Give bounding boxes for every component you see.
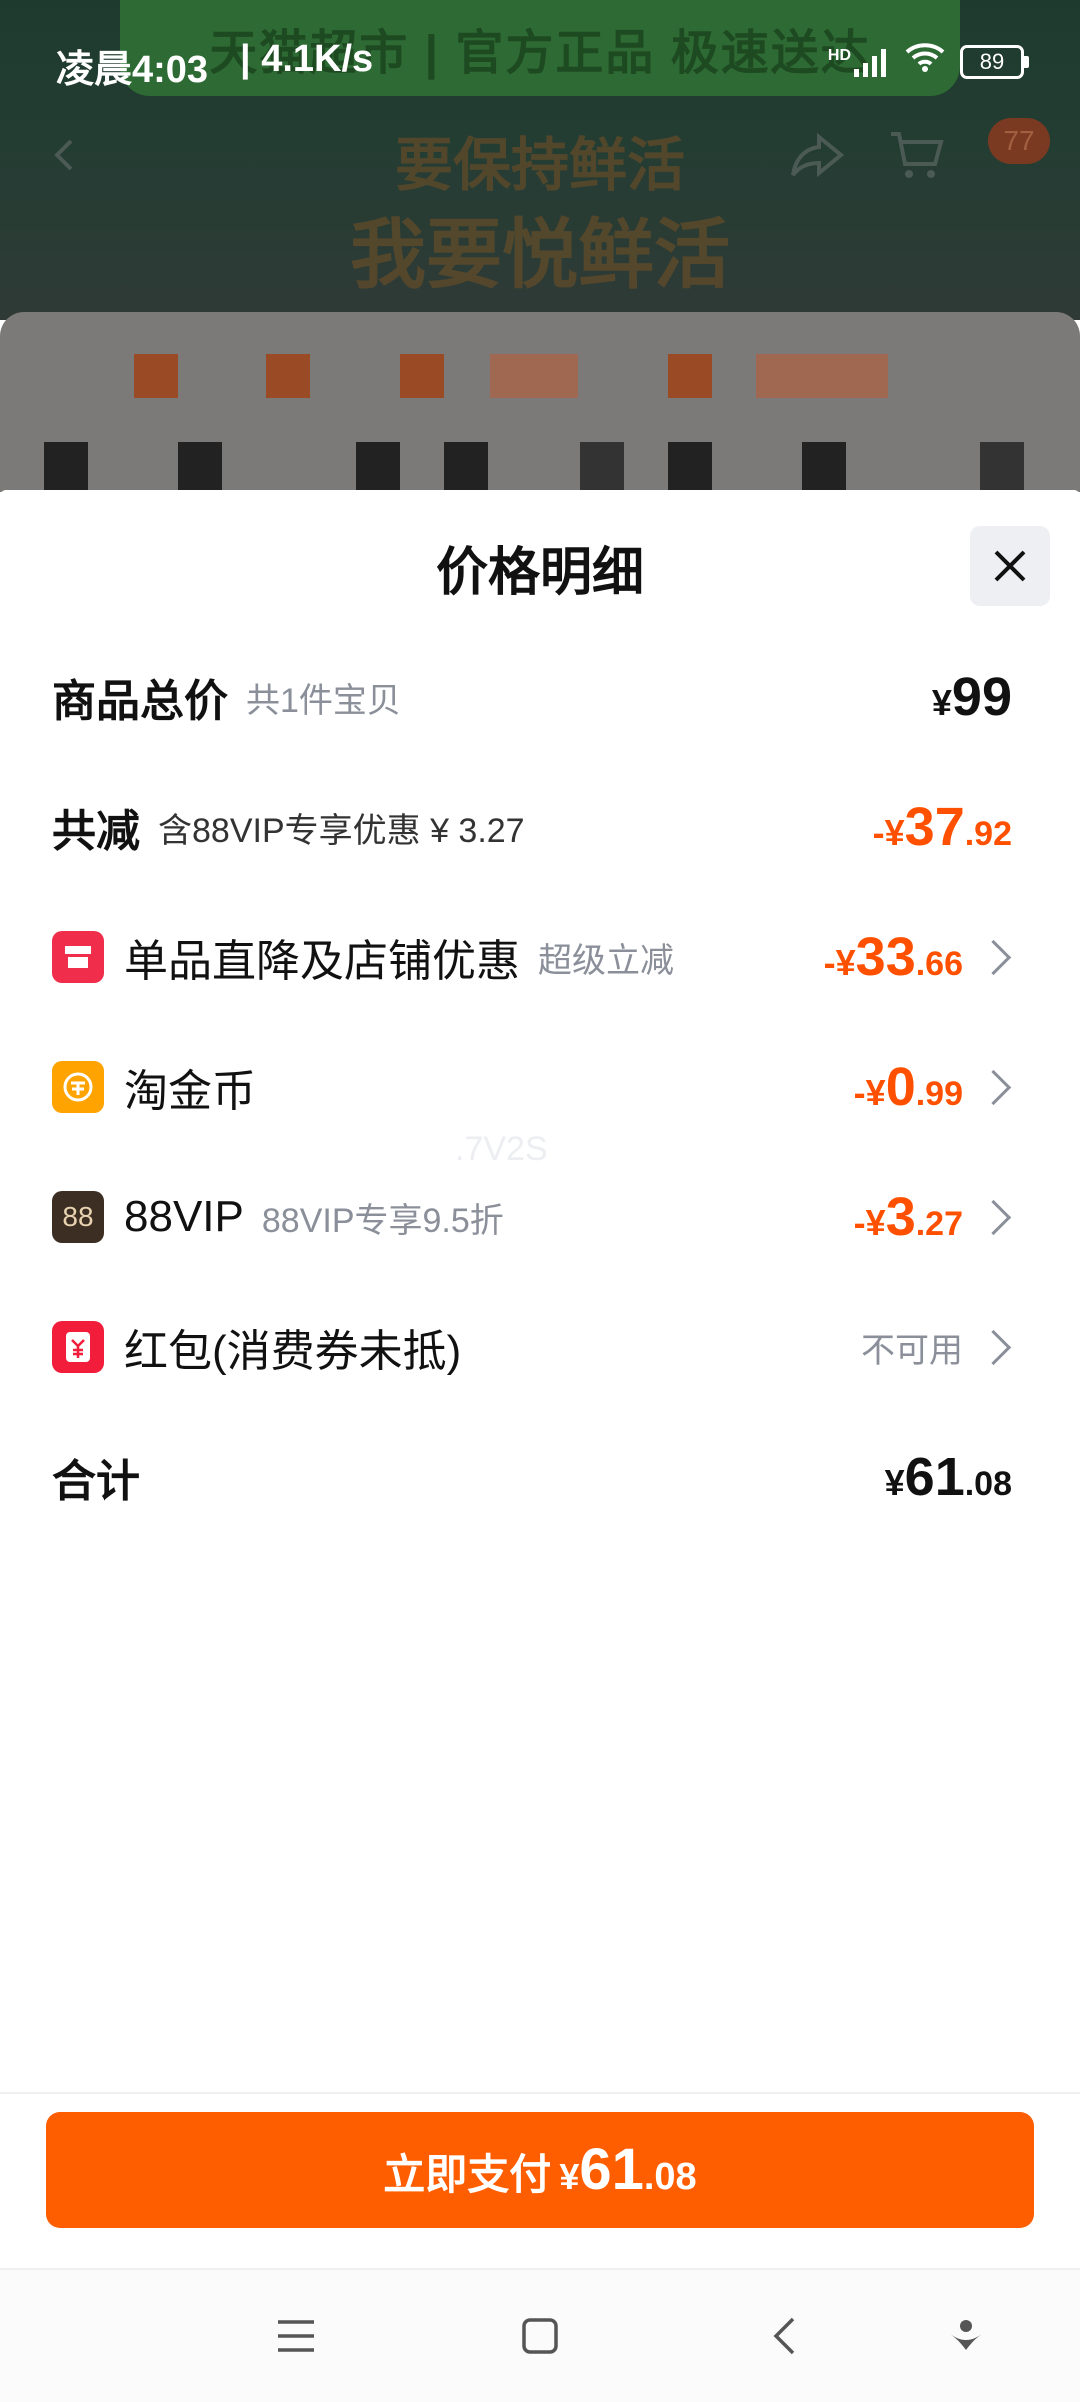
home-button[interactable] [508,2304,572,2368]
row-amount: -¥ 3 .27 [854,1186,963,1248]
hongbao-status: 不可用 [861,1331,963,1370]
signal-label: HD [827,46,851,64]
amount-int: 37 [904,797,965,857]
menu-icon [278,2320,314,2352]
row-amount: ¥ 99 [932,666,1012,728]
status-bar: 凌晨4:03 | 4.1K/s HD 89 [0,0,1080,110]
row-sub: 88VIP专享9.5折 [261,1201,504,1240]
row-label: 红包(消费券未抵) [124,1327,462,1376]
chevron-right-icon [975,1329,1012,1365]
assistant-icon [950,2320,982,2350]
row-sub: 含88VIP专享优惠 ¥ 3.27 [158,811,525,850]
amount-dec: .08 [964,1465,1012,1503]
back-button[interactable] [752,2304,816,2368]
vip-88-icon: 88 [52,1191,104,1243]
row-sub: 超级立减 [538,941,674,980]
menu-button[interactable] [264,2304,328,2368]
row-store-discount[interactable]: 单品直降及店铺优惠 超级立减 -¥ 33 .66 [52,912,1012,1002]
cart-icon [882,120,952,190]
assistant-button[interactable] [934,2304,998,2368]
chevron-right-icon [975,1069,1012,1105]
row-label: 共减 [52,807,140,856]
slogan-line-1: 要保持鲜活 [394,131,685,199]
row-label: 合计 [52,1457,140,1506]
chevron-right-icon [975,1199,1012,1235]
home-icon [522,2318,558,2354]
amount-int: 33 [855,927,916,987]
row-label: 单品直降及店铺优惠 [124,937,520,986]
amount-sign: ¥ [884,1462,905,1503]
row-88vip[interactable]: 88 88VIP 88VIP专享9.5折 -¥ 3 .27 [52,1172,1012,1262]
coin-icon [52,1061,104,1113]
cart-count-badge: 77 [988,118,1050,164]
row-total-discount: 共减 含88VIP专享优惠 ¥ 3.27 -¥ 37 .92 [52,782,1012,872]
system-nav-bar [0,2268,1080,2402]
amount-dec: .92 [964,815,1012,853]
signal-icon: HD [828,47,890,77]
amount-sign: -¥ [853,1202,886,1243]
row-hongbao[interactable]: 红包(消费券未抵) 不可用 [52,1302,1012,1392]
row-label: 淘金币 [124,1067,256,1116]
row-label: 88VIP [124,1192,244,1241]
battery-icon: 89 [960,44,1029,79]
wifi-icon [904,40,946,83]
row-amount: -¥ 33 .66 [824,926,963,988]
row-taojin-coin[interactable]: 淘金币 -¥ 0 .99 [52,1042,1012,1132]
share-icon [782,120,852,190]
sheet-title: 价格明细 [435,544,644,602]
pay-sign: ¥ [559,2156,580,2197]
amount-int: 61 [904,1447,965,1507]
row-amount: -¥ 0 .99 [854,1056,963,1118]
product-slogan: 要保持鲜活 我要悦鲜活 [300,120,780,300]
chevron-right-icon [975,939,1012,975]
row-sub: 共1件宝贝 [246,681,401,720]
row-goods-total: 商品总价 共1件宝贝 ¥ 99 [52,652,1012,742]
amount-sign: -¥ [872,812,905,853]
row-label: 商品总价 [52,677,228,726]
amount-sign: -¥ [853,1072,886,1113]
pay-label: 立即支付 [383,2151,552,2198]
pay-bar-divider [0,2092,1080,2094]
amount-dec: .99 [915,1075,963,1113]
network-speed: | 4.1K/s [240,38,374,80]
hongbao-icon [52,1321,104,1373]
amount-sign: -¥ [823,942,856,983]
row-amount: -¥ 37 .92 [873,796,1012,858]
close-icon [994,550,1026,582]
amount-dec: .27 [915,1205,963,1243]
amount-dec: .66 [915,945,963,983]
pay-int: 61 [579,2137,644,2202]
product-card-background [0,312,1080,492]
amount-int: 99 [951,667,1012,727]
slogan-line-2: 我要悦鲜活 [350,210,730,299]
row-grand-total: 合计 ¥ 61 .08 [52,1432,1012,1522]
status-icons: HD 89 [828,40,1029,83]
amount-sign: ¥ [931,682,952,723]
watermark: .7V2S [455,1130,548,1168]
back-icon [30,120,100,190]
pay-now-button[interactable]: 立即支付 ¥ 61 .08 [46,2112,1034,2228]
row-amount: ¥ 61 .08 [885,1446,1012,1508]
close-button[interactable] [970,526,1050,606]
store-icon [52,931,104,983]
status-time: 凌晨4:03 [56,49,209,91]
pay-dec: .08 [643,2156,697,2198]
back-nav-icon [773,2317,795,2355]
amount-int: 3 [885,1187,916,1247]
amount-int: 0 [885,1057,916,1117]
